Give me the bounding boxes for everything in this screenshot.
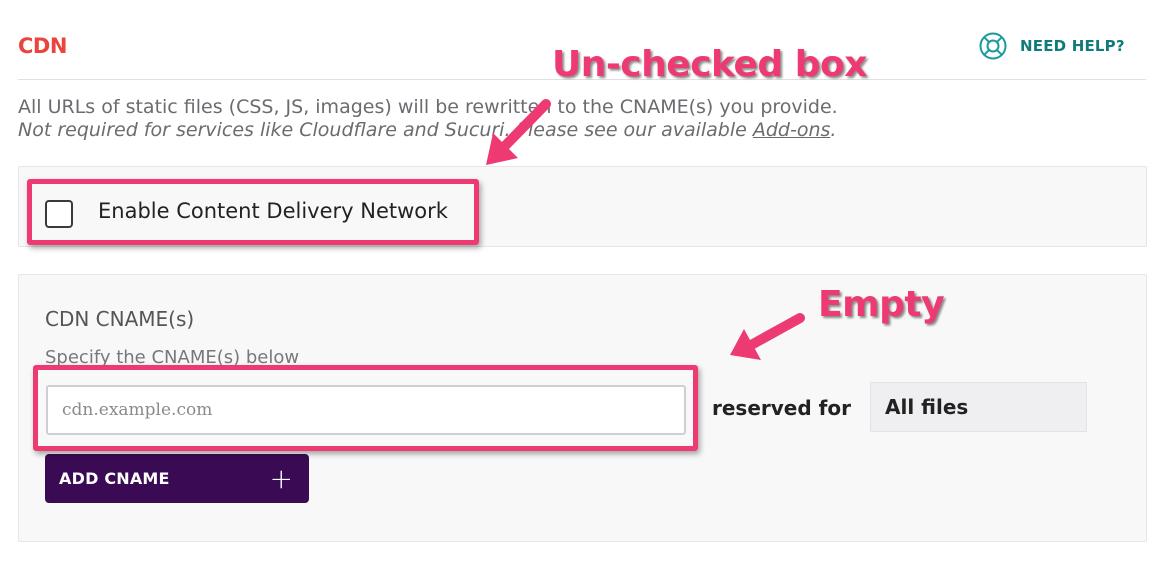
plus-icon: + — [269, 461, 293, 495]
add-cname-label: ADD CNAME — [59, 469, 170, 488]
reserved-for-select[interactable]: All files — [870, 382, 1087, 432]
need-help-label: NEED HELP? — [1020, 37, 1125, 55]
cname-section-title: CDN CNAME(s) — [45, 307, 195, 331]
reserved-for-value: All files — [885, 395, 969, 419]
enable-cdn-label[interactable]: Enable Content Delivery Network — [98, 199, 448, 223]
description-line-2-end: . — [830, 119, 837, 141]
add-cname-button[interactable]: ADD CNAME + — [45, 454, 309, 503]
reserved-for-label: reserved for — [712, 396, 851, 420]
lifebuoy-icon — [979, 32, 1007, 60]
page-title: CDN — [18, 34, 67, 58]
description-line-2-text: Not required for services like Cloudflar… — [18, 119, 753, 141]
description-line-2: Not required for services like Cloudflar… — [18, 119, 836, 141]
need-help-link[interactable]: NEED HELP? — [978, 31, 1125, 61]
add-ons-link[interactable]: Add-ons — [753, 119, 831, 141]
annotation-empty: Empty — [818, 284, 945, 325]
cname-input[interactable] — [46, 385, 686, 435]
annotation-unchecked-box: Un-checked box — [552, 44, 867, 85]
enable-cdn-checkbox[interactable] — [45, 200, 73, 228]
cname-section-subtitle: Specify the CNAME(s) below — [45, 347, 300, 368]
description-line-1: All URLs of static files (CSS, JS, image… — [18, 96, 838, 118]
